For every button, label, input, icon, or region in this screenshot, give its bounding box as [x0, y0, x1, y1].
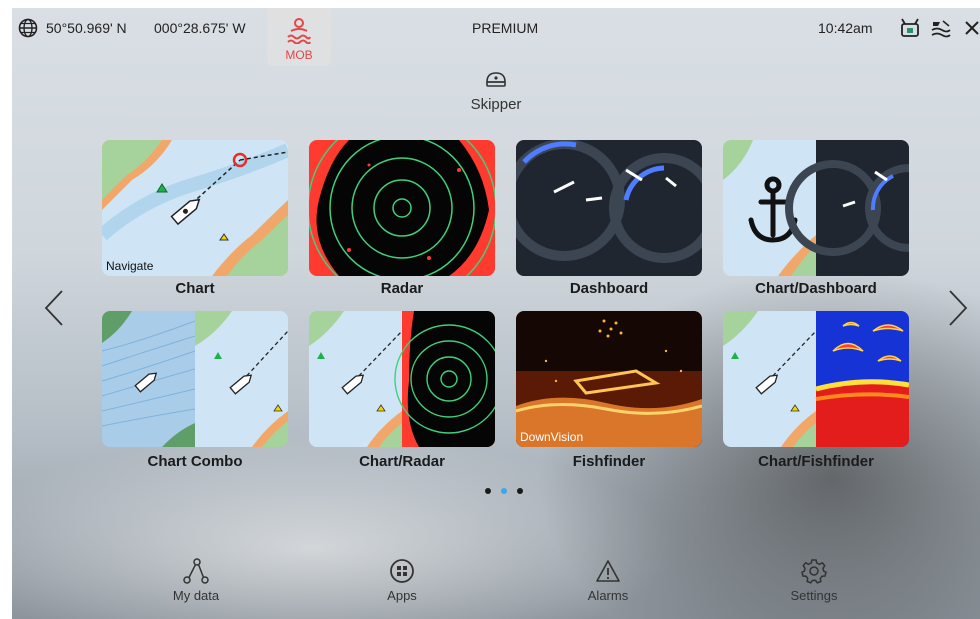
app-label-chart-dashboard: Chart/Dashboard — [755, 280, 877, 297]
sonar-icon[interactable] — [930, 18, 952, 41]
mob-button[interactable]: MOB — [267, 8, 331, 66]
profile-name: Skipper — [470, 96, 522, 113]
captain-hat-icon — [446, 70, 546, 94]
app-tile-radar[interactable] — [309, 140, 495, 276]
latitude-readout: 50°50.969' N — [46, 20, 127, 36]
app-label-fishfinder: Fishfinder — [572, 453, 646, 470]
app-tile-chart-dashboard[interactable] — [723, 140, 909, 276]
app-label-chart-radar: Chart/Radar — [359, 453, 445, 470]
app-tile-chart-fishfinder[interactable] — [723, 311, 909, 447]
more-icon[interactable] — [964, 18, 980, 41]
chart-overlay-label: Navigate — [106, 259, 154, 273]
clock: 10:42am — [818, 20, 873, 36]
nav-alarms[interactable]: Alarms — [558, 558, 658, 603]
nav-settings[interactable]: Settings — [764, 558, 864, 603]
nav-apps-label: Apps — [387, 588, 417, 603]
page-dot-1[interactable] — [485, 488, 491, 494]
app-label-chart: Chart — [175, 280, 215, 297]
status-bar: 50°50.969' N 000°28.675' W MOB PREMIUM 1… — [12, 8, 980, 66]
nav-my-data[interactable]: My data — [146, 558, 246, 603]
mob-label: MOB — [285, 48, 313, 62]
app-tile-chart-radar[interactable] — [309, 311, 495, 447]
mode-label: PREMIUM — [472, 20, 539, 36]
man-overboard-icon — [287, 18, 311, 47]
app-tile-fishfinder[interactable]: DownVision — [516, 311, 702, 447]
route-icon — [183, 558, 209, 584]
profile-button[interactable]: Skipper — [446, 70, 546, 113]
autopilot-icon[interactable] — [899, 18, 921, 41]
app-label-chart-combo: Chart Combo — [147, 453, 243, 470]
app-label-chart-fishfinder: Chart/Fishfinder — [758, 453, 874, 470]
home-screen: 50°50.969' N 000°28.675' W MOB PREMIUM 1… — [12, 8, 980, 619]
gear-icon — [801, 559, 827, 584]
apps-grid-icon — [390, 559, 414, 583]
app-label-dashboard: Dashboard — [569, 280, 649, 297]
app-tile-chart[interactable]: Navigate — [102, 140, 288, 276]
page-indicator[interactable] — [485, 486, 525, 496]
nav-my-data-label: My data — [172, 588, 220, 603]
page-dot-3[interactable] — [517, 488, 523, 494]
previous-page-arrow[interactable] — [42, 288, 66, 333]
app-tile-dashboard[interactable] — [516, 140, 702, 276]
app-label-radar: Radar — [380, 280, 424, 297]
next-page-arrow[interactable] — [946, 288, 970, 333]
nav-alarms-label: Alarms — [587, 588, 629, 603]
longitude-readout: 000°28.675' W — [154, 20, 246, 36]
nav-settings-label: Settings — [790, 588, 838, 603]
alarm-triangle-icon — [596, 560, 620, 582]
globe-icon — [18, 18, 38, 41]
nav-apps[interactable]: Apps — [352, 558, 452, 603]
fishfinder-overlay-label: DownVision — [520, 430, 584, 444]
app-tile-chart-combo[interactable] — [102, 311, 288, 447]
page-dot-2[interactable] — [501, 488, 507, 494]
